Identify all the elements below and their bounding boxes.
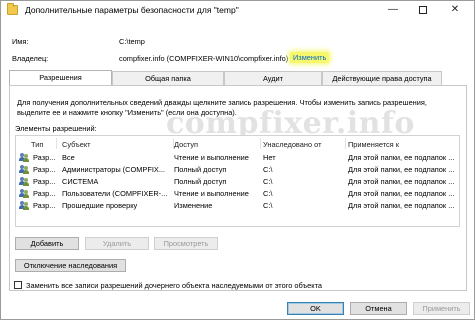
owner-value: compfixer.info (COMPFIXER-WIN10\compfixe…: [119, 54, 289, 63]
column-header-subject[interactable]: Субъект: [62, 140, 91, 149]
cell-subject: СИСТЕМА: [62, 177, 99, 186]
change-owner-link[interactable]: Изменить: [290, 52, 330, 63]
name-value: C:\temp: [119, 37, 145, 46]
maximize-icon: [419, 6, 427, 14]
users-icon: [19, 153, 29, 162]
cell-access: Полный доступ: [174, 165, 227, 174]
cell-type: Разр...: [33, 189, 56, 198]
table-row[interactable]: Разр... Администраторы (COMPFIX... Полны…: [16, 164, 459, 175]
column-header-applies[interactable]: Применяется к: [348, 140, 399, 149]
tab-sharing[interactable]: Общая папка: [112, 71, 224, 85]
cell-type: Разр...: [33, 153, 56, 162]
remove-button[interactable]: Удалить: [85, 237, 149, 250]
owner-label: Владелец:: [12, 54, 49, 63]
cell-access: Чтение и выполнение: [174, 153, 249, 162]
cell-applies: Для этой папки, ее подпапок ...: [348, 201, 455, 210]
tab-effective-access[interactable]: Действующие права доступа: [322, 71, 442, 85]
cancel-button[interactable]: Отмена: [350, 302, 407, 315]
permissions-caption: Элементы разрешений:: [15, 124, 97, 133]
tab-permissions[interactable]: Разрешения: [9, 70, 112, 86]
cell-subject: Все: [62, 153, 75, 162]
table-row[interactable]: Разр... Прошедшие проверку Изменение C:\…: [16, 200, 459, 211]
cell-applies: Для этой папки, ее подпапок ...: [348, 177, 455, 186]
cell-applies: Для этой папки, ее подпапок ...: [348, 165, 455, 174]
cell-access: Изменение: [174, 201, 213, 210]
column-divider: [56, 138, 57, 149]
cell-type: Разр...: [33, 201, 56, 210]
maximize-button[interactable]: [407, 1, 439, 21]
column-divider: [260, 138, 261, 149]
tab-audit[interactable]: Аудит: [224, 71, 322, 85]
advanced-security-window: Дополнительные параметры безопасности дл…: [0, 0, 475, 320]
apply-button[interactable]: Применить: [413, 302, 470, 315]
column-header-type[interactable]: Тип: [31, 140, 43, 149]
users-icon: [19, 165, 29, 174]
column-header-access[interactable]: Доступ: [174, 140, 198, 149]
column-divider: [345, 138, 346, 149]
cell-type: Разр...: [33, 177, 56, 186]
column-header-inherited[interactable]: Унаследовано от: [263, 140, 321, 149]
replace-child-permissions-checkbox[interactable]: [14, 281, 22, 289]
cell-subject: Прошедшие проверку: [62, 201, 138, 210]
view-button[interactable]: Просмотреть: [154, 237, 218, 250]
permissions-table: Тип Субъект Доступ Унаследовано от Приме…: [15, 135, 460, 227]
table-row[interactable]: Разр... Все Чтение и выполнение Нет Для …: [16, 152, 459, 163]
close-button[interactable]: ✕: [439, 1, 471, 21]
cell-inherited: C:\: [263, 189, 273, 198]
cell-inherited: C:\: [263, 165, 273, 174]
minimize-button[interactable]: —: [377, 1, 409, 21]
cell-inherited: Нет: [263, 153, 276, 162]
users-icon: [19, 177, 29, 186]
window-title: Дополнительные параметры безопасности дл…: [25, 5, 239, 15]
title-bar[interactable]: Дополнительные параметры безопасности дл…: [1, 1, 474, 21]
cell-applies: Для этой папки, ее подпапок ...: [348, 189, 455, 198]
users-icon: [19, 201, 29, 210]
info-text: Для получения дополнительных сведений дв…: [17, 98, 427, 117]
table-row[interactable]: Разр... Пользователи (COMPFIXER-... Чтен…: [16, 188, 459, 199]
users-icon: [19, 189, 29, 198]
name-label: Имя:: [12, 37, 29, 46]
cell-subject: Пользователи (COMPFIXER-...: [62, 189, 168, 198]
ok-button[interactable]: OK: [287, 302, 344, 315]
cell-access: Полный доступ: [174, 177, 227, 186]
cell-access: Чтение и выполнение: [174, 189, 249, 198]
disable-inheritance-button[interactable]: Отключение наследования: [15, 259, 126, 272]
cell-inherited: C:\: [263, 201, 273, 210]
cell-inherited: C:\: [263, 177, 273, 186]
cell-applies: Для этой папки, ее подпапок ...: [348, 153, 455, 162]
table-row[interactable]: Разр... СИСТЕМА Полный доступ C:\ Для эт…: [16, 176, 459, 187]
folder-icon: [7, 3, 18, 15]
cell-subject: Администраторы (COMPFIX...: [62, 165, 165, 174]
replace-child-permissions-label: Заменить все записи разрешений дочернего…: [26, 281, 322, 290]
cell-type: Разр...: [33, 165, 56, 174]
add-button[interactable]: Добавить: [15, 237, 79, 250]
